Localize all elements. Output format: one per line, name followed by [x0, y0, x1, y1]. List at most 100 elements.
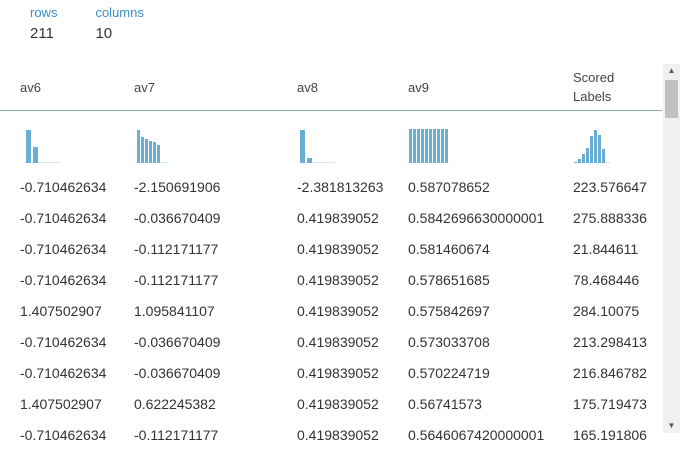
cell-av7: -0.036670409 — [134, 334, 221, 350]
histogram-bar — [429, 129, 432, 163]
cell-scored-labels: 275.888336 — [573, 210, 647, 226]
vertical-scrollbar[interactable]: ▲ ▼ — [663, 64, 680, 433]
columns-label: columns — [95, 5, 144, 20]
cell-av8: 0.419839052 — [297, 334, 379, 350]
cell-av8: -2.381813263 — [297, 179, 384, 195]
column-header-av9[interactable]: av9 — [408, 78, 429, 97]
table-row[interactable]: 1.407502907 0.622245382 0.419839052 0.56741… — [0, 389, 662, 420]
columns-value: 10 — [95, 25, 113, 42]
histogram-bar — [417, 129, 420, 163]
histogram-bar — [590, 136, 593, 163]
table-row[interactable]: -0.710462634 -0.112171177 0.419839052 0.564… — [0, 420, 662, 451]
header-divider — [0, 110, 662, 111]
cell-av9: 0.573033708 — [408, 334, 490, 350]
scroll-down-arrow-icon[interactable]: ▼ — [663, 419, 680, 433]
cell-av6: -0.710462634 — [20, 272, 107, 288]
cell-scored-labels: 21.844611 — [573, 241, 639, 257]
histogram-bar — [137, 130, 140, 163]
histogram-bar — [574, 162, 577, 163]
histogram-bar — [149, 141, 152, 163]
histogram-bar — [145, 139, 148, 163]
histogram-bar — [586, 148, 589, 163]
cell-scored-labels: 78.468446 — [573, 272, 640, 288]
table-row[interactable]: -0.710462634 -2.150691906 -2.381813263 0.58… — [0, 172, 662, 203]
scroll-up-arrow-icon[interactable]: ▲ — [663, 64, 680, 78]
cell-av8: 0.419839052 — [297, 210, 379, 226]
cell-av6: -0.710462634 — [20, 241, 107, 257]
columns-stat: columns 10 — [95, 4, 143, 45]
cell-av9: 0.578651685 — [408, 272, 490, 288]
cell-av6: -0.710462634 — [20, 334, 107, 350]
histogram-baseline — [26, 162, 61, 163]
cell-av9: 0.5842696630000001 — [408, 210, 545, 226]
cell-av9: 0.5646067420000001 — [408, 427, 545, 443]
cell-av9: 0.570224719 — [408, 365, 490, 381]
scrollbar-thumb[interactable] — [665, 80, 678, 118]
rows-label: rows — [30, 5, 58, 20]
column-header-scored-labels[interactable]: Scored Labels — [573, 68, 614, 106]
cell-av8: 0.419839052 — [297, 365, 379, 381]
histogram-bar — [433, 129, 436, 163]
histogram-bar — [26, 130, 31, 163]
cell-av6: -0.710462634 — [20, 179, 107, 195]
cell-av8: 0.419839052 — [297, 241, 379, 257]
histogram-bar — [409, 129, 412, 163]
cell-av7: -0.112171177 — [134, 427, 219, 443]
histogram-bar — [307, 158, 312, 163]
cell-av7: 1.095841107 — [134, 303, 215, 319]
cell-av6: 1.407502907 — [20, 303, 102, 319]
histogram-bar — [602, 149, 605, 163]
table-row[interactable]: 1.407502907 1.095841107 0.419839052 0.57584… — [0, 296, 662, 327]
histogram-baseline — [300, 162, 335, 163]
histogram-bar — [598, 135, 601, 163]
table-row[interactable]: -0.710462634 -0.036670409 0.419839052 0.570… — [0, 358, 662, 389]
table-row[interactable]: -0.710462634 -0.112171177 0.419839052 0.578… — [0, 265, 662, 296]
table-row[interactable]: -0.710462634 -0.036670409 0.419839052 0.573… — [0, 327, 662, 358]
histogram-bar — [421, 129, 424, 163]
histogram-bar — [33, 147, 38, 163]
cell-av8: 0.419839052 — [297, 272, 379, 288]
column-header-av8[interactable]: av8 — [297, 78, 318, 97]
cell-av9: 0.575842697 — [408, 303, 490, 319]
cell-scored-labels: 175.719473 — [573, 396, 647, 412]
table-row[interactable]: -0.710462634 -0.036670409 0.419839052 0.584… — [0, 203, 662, 234]
histogram-scored-labels[interactable] — [574, 128, 618, 163]
cell-av7: 0.622245382 — [134, 396, 216, 412]
cell-av8: 0.419839052 — [297, 427, 379, 443]
cell-av8: 0.419839052 — [297, 396, 379, 412]
cell-av8: 0.419839052 — [297, 303, 379, 319]
histogram-av8[interactable] — [300, 128, 340, 163]
cell-av7: -2.150691906 — [134, 179, 221, 195]
rows-stat: rows 211 — [30, 4, 57, 45]
cell-av9: 0.56741573 — [408, 396, 482, 412]
column-header-av7[interactable]: av7 — [134, 78, 155, 97]
histogram-bar — [445, 129, 448, 163]
histogram-bar — [441, 129, 444, 163]
table-header: av6 av7 av8 av9 Scored Labels — [0, 64, 662, 112]
cell-av6: 1.407502907 — [20, 396, 102, 412]
cell-av9: 0.587078652 — [408, 179, 490, 195]
cell-scored-labels: 223.576647 — [573, 179, 647, 195]
histogram-bar — [594, 130, 597, 163]
table-row[interactable]: -0.710462634 -0.112171177 0.419839052 0.581… — [0, 234, 662, 265]
cell-av7: -0.112171177 — [134, 241, 219, 257]
dataset-summary: rows 211 columns 10 — [30, 4, 182, 45]
rows-value: 211 — [30, 25, 54, 42]
histogram-bar — [157, 145, 160, 163]
histogram-av7[interactable] — [137, 128, 177, 163]
histogram-bar — [300, 130, 305, 163]
cell-av6: -0.710462634 — [20, 210, 107, 226]
histogram-av6[interactable] — [26, 128, 66, 163]
histogram-bar — [578, 159, 581, 163]
column-header-av6[interactable]: av6 — [20, 78, 41, 97]
histogram-bar — [437, 129, 440, 163]
cell-scored-labels: 213.298413 — [573, 334, 647, 350]
cell-scored-labels: 216.846782 — [573, 365, 647, 381]
cell-av7: -0.036670409 — [134, 365, 221, 381]
cell-av6: -0.710462634 — [20, 365, 107, 381]
cell-scored-labels: 165.191806 — [573, 427, 647, 443]
cell-scored-labels: 284.10075 — [573, 303, 640, 319]
cell-av9: 0.581460674 — [408, 241, 490, 257]
histogram-av9[interactable] — [409, 128, 449, 163]
histogram-bar — [413, 129, 416, 163]
